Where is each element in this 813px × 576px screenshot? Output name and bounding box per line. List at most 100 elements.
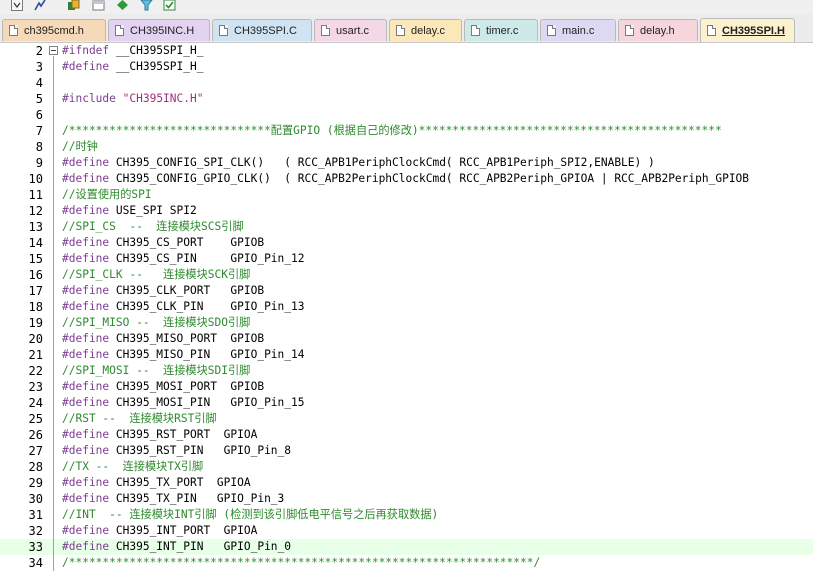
code-line[interactable]: 30 #define CH395_TX_PIN GPIO_Pin_3 xyxy=(0,491,813,507)
code-line[interactable]: 18 #define CH395_CLK_PIN GPIO_Pin_13 xyxy=(0,299,813,315)
code-line[interactable]: 25 //RST -- 连接模块RST引脚 xyxy=(0,411,813,427)
line-number: 4 xyxy=(35,76,43,90)
tab-timer-c[interactable]: timer.c xyxy=(464,19,538,41)
line-number: 19 xyxy=(28,316,43,330)
diamond-icon[interactable] xyxy=(115,0,129,12)
tab-label: main.c xyxy=(562,24,595,37)
tab-ch395spi-h[interactable]: CH395SPI.H xyxy=(700,18,795,42)
tab-label: CH395INC.H xyxy=(130,24,195,37)
file-icon xyxy=(321,25,330,36)
tab-delay-h[interactable]: delay.h xyxy=(618,19,698,41)
code-line[interactable]: 15 #define CH395_CS_PIN GPIO_Pin_12 xyxy=(0,251,813,267)
code-line[interactable]: 20 #define CH395_MISO_PORT GPIOB xyxy=(0,331,813,347)
code-token: CH395_CS_PORT GPIOB xyxy=(109,236,265,249)
line-number: 3 xyxy=(35,60,43,74)
line-number: 25 xyxy=(28,412,43,426)
preprocessor-token: #define xyxy=(62,380,110,393)
code-line[interactable]: 9 #define CH395_CONFIG_SPI_CLK() ( RCC_AP… xyxy=(0,155,813,171)
tab-ch395spi-c[interactable]: CH395SPI.C xyxy=(212,19,312,41)
preprocessor-token: #define xyxy=(62,204,110,217)
code-text: //设置使用的SPI xyxy=(62,187,152,203)
comment-token: //SPI_CS -- 连接模块SCS引脚 xyxy=(62,220,244,233)
code-line[interactable]: 7 /******************************配置GPIO (… xyxy=(0,123,813,139)
preprocessor-token: #define xyxy=(62,348,110,361)
dropdown-icon[interactable] xyxy=(10,0,24,12)
tab-label: delay.h xyxy=(640,24,675,37)
comment-token: //SPI_MOSI -- 连接模块SDI引脚 xyxy=(62,364,251,377)
code-text: #define CH395_CLK_PIN GPIO_Pin_13 xyxy=(62,299,304,315)
code-token: CH395_CLK_PIN GPIO_Pin_13 xyxy=(109,300,305,313)
code-line[interactable]: 8 //时钟 xyxy=(0,139,813,155)
preprocessor-token: #define xyxy=(62,252,110,265)
code-line[interactable]: 16 //SPI_CLK -- 连接模块SCK引脚 xyxy=(0,267,813,283)
file-icon xyxy=(471,25,480,36)
code-line[interactable]: 24 #define CH395_MOSI_PIN GPIO_Pin_15 xyxy=(0,395,813,411)
pin-icon[interactable] xyxy=(33,0,47,12)
fold-collapse-icon[interactable] xyxy=(49,46,58,55)
code-line[interactable]: 26 #define CH395_RST_PORT GPIOA xyxy=(0,427,813,443)
code-line[interactable]: 31 //INT -- 连接模块INT引脚 (检测到该引脚低电平信号之后再获取数据… xyxy=(0,507,813,523)
preprocessor-token: #define xyxy=(62,428,110,441)
line-number: 20 xyxy=(28,332,43,346)
code-line[interactable]: 27 #define CH395_RST_PIN GPIO_Pin_8 xyxy=(0,443,813,459)
line-number: 21 xyxy=(28,348,43,362)
filter-icon[interactable] xyxy=(139,0,153,12)
code-line[interactable]: 5 #include "CH395INC.H" xyxy=(0,91,813,107)
line-number: 32 xyxy=(28,524,43,538)
preprocessor-token: #define xyxy=(62,156,110,169)
code-text: /***************************************… xyxy=(62,555,540,571)
code-token: CH395_MISO_PIN GPIO_Pin_14 xyxy=(109,348,305,361)
code-text: //RST -- 连接模块RST引脚 xyxy=(62,411,217,427)
tab-main-c[interactable]: main.c xyxy=(540,19,616,41)
tab-delay-c[interactable]: delay.c xyxy=(389,19,462,41)
fold-guide-line xyxy=(53,56,54,571)
line-number: 8 xyxy=(35,140,43,154)
code-token: __CH395SPI_H_ xyxy=(109,60,204,73)
preprocessor-token: #define xyxy=(62,60,110,73)
code-line[interactable]: 28 //TX -- 连接模块TX引脚 xyxy=(0,459,813,475)
tab-ch395cmd-h[interactable]: ch395cmd.h xyxy=(2,19,106,41)
line-number: 6 xyxy=(35,108,43,122)
code-line[interactable]: 13 //SPI_CS -- 连接模块SCS引脚 xyxy=(0,219,813,235)
code-line[interactable]: 19 //SPI_MISO -- 连接模块SDO引脚 xyxy=(0,315,813,331)
line-number: 14 xyxy=(28,236,43,250)
code-token: USE_SPI SPI2 xyxy=(109,204,197,217)
tab-usart-c[interactable]: usart.c xyxy=(314,19,387,41)
code-line[interactable]: 23 #define CH395_MOSI_PORT GPIOB xyxy=(0,379,813,395)
code-editor[interactable]: 2 #ifndef __CH395SPI_H_ 3 #define __CH395SP… xyxy=(0,43,813,576)
code-line[interactable]: 17 #define CH395_CLK_PORT GPIOB xyxy=(0,283,813,299)
code-token: CH395_MOSI_PORT GPIOB xyxy=(109,380,265,393)
code-token: CH395_RST_PIN GPIO_Pin_8 xyxy=(109,444,292,457)
tab-ch395inc-h[interactable]: CH395INC.H xyxy=(108,19,210,41)
code-line[interactable]: 21 #define CH395_MISO_PIN GPIO_Pin_14 xyxy=(0,347,813,363)
code-line[interactable]: 32 #define CH395_INT_PORT GPIOA xyxy=(0,523,813,539)
code-line[interactable]: 33 #define CH395_INT_PIN GPIO_Pin_0 xyxy=(0,539,813,555)
comment-token: //设置使用的SPI xyxy=(62,188,152,201)
copy-icon[interactable] xyxy=(66,0,80,12)
line-number: 30 xyxy=(28,492,43,506)
line-number: 17 xyxy=(28,284,43,298)
file-icon xyxy=(115,25,124,36)
code-line[interactable]: 14 #define CH395_CS_PORT GPIOB xyxy=(0,235,813,251)
code-line[interactable]: 4 xyxy=(0,75,813,91)
code-text: #define CH395_CONFIG_SPI_CLK() ( RCC_APB… xyxy=(62,155,655,171)
code-text: #include "CH395INC.H" xyxy=(62,91,203,107)
code-token: CH395_CLK_PORT GPIOB xyxy=(109,284,265,297)
preprocessor-token: #define xyxy=(62,444,110,457)
code-line[interactable]: 11 //设置使用的SPI xyxy=(0,187,813,203)
line-number: 10 xyxy=(28,172,43,186)
tab-label: CH395SPI.H xyxy=(722,24,785,37)
code-line[interactable]: 12 #define USE_SPI SPI2 xyxy=(0,203,813,219)
code-line[interactable]: 3 #define __CH395SPI_H_ xyxy=(0,59,813,75)
code-line[interactable]: 34 /*************************************… xyxy=(0,555,813,571)
code-line[interactable]: 10 #define CH395_CONFIG_GPIO_CLK() ( RCC_… xyxy=(0,171,813,187)
window-icon[interactable] xyxy=(91,0,105,12)
code-line[interactable]: 2 #ifndef __CH395SPI_H_ xyxy=(0,43,813,59)
tab-label: delay.c xyxy=(411,24,446,37)
code-line[interactable]: 29 #define CH395_TX_PORT GPIOA xyxy=(0,475,813,491)
checklist-icon[interactable] xyxy=(162,0,176,12)
file-icon xyxy=(9,25,18,36)
code-line[interactable]: 6 xyxy=(0,107,813,123)
code-text: #define CH395_MISO_PORT GPIOB xyxy=(62,331,264,347)
code-line[interactable]: 22 //SPI_MOSI -- 连接模块SDI引脚 xyxy=(0,363,813,379)
